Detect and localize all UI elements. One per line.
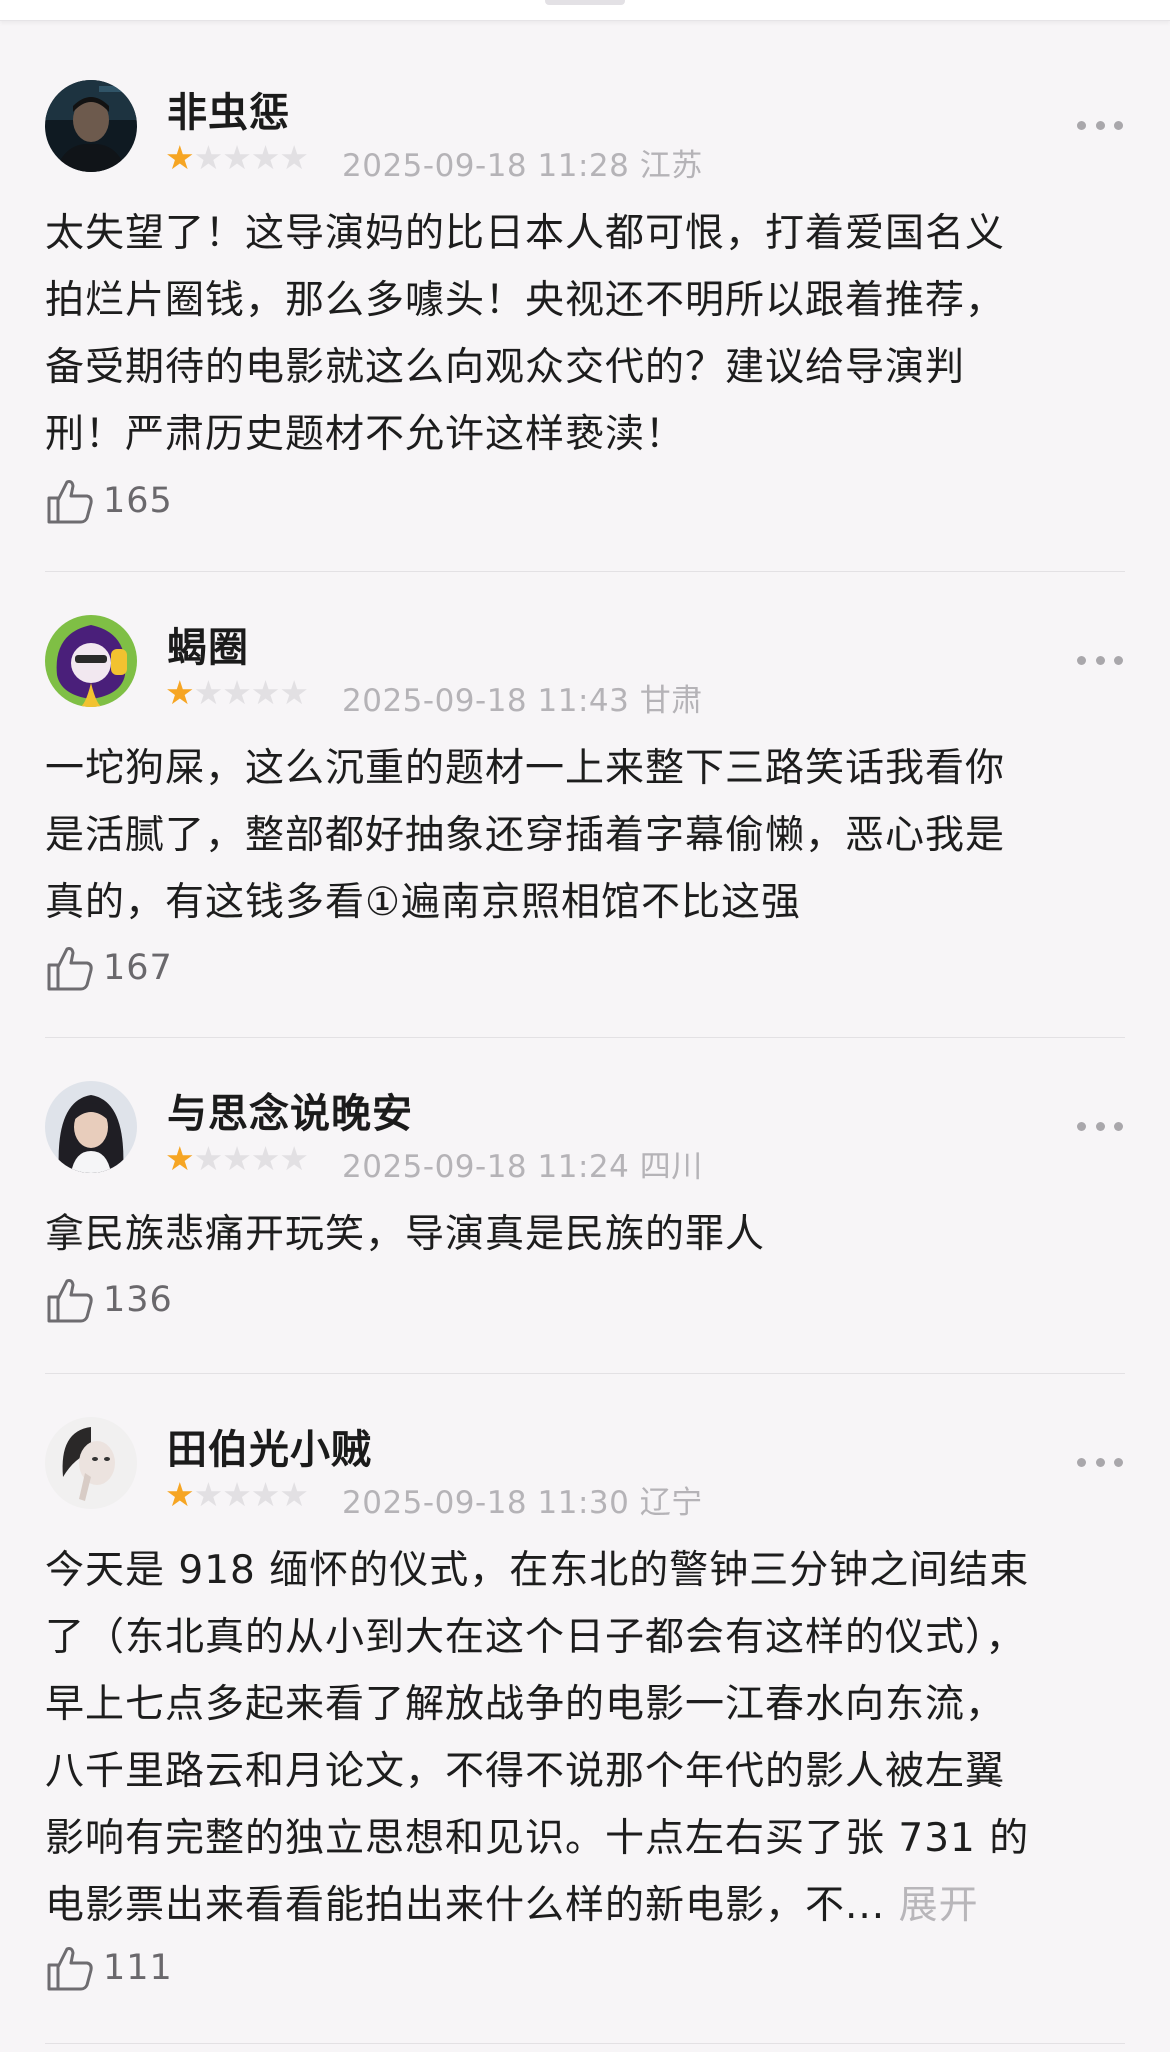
star-icon: ★ (250, 673, 281, 712)
more-dots-icon[interactable] (1077, 1456, 1123, 1468)
review-item: 非虫惩 ★ ★ ★ ★ ★ 2025-09-18 11:28 江苏 太失望了！这… (45, 36, 1125, 572)
star-icon: ★ (165, 1139, 195, 1178)
more-dots-icon[interactable] (1077, 1120, 1123, 1132)
review-region: 江苏 (639, 148, 703, 184)
star-icon: ★ (250, 1139, 281, 1178)
avatar[interactable] (45, 615, 137, 707)
star-icon: ★ (250, 138, 281, 177)
review-region: 甘肃 (639, 683, 703, 719)
drag-handle[interactable] (545, 0, 625, 5)
thumbs-up-icon (47, 947, 93, 991)
thumbs-up-icon (47, 480, 93, 524)
rating-stars: ★ ★ ★ ★ ★ (165, 1139, 309, 1178)
rating-stars: ★ ★ ★ ★ ★ (165, 673, 309, 712)
review-meta: 2025-09-18 11:24 四川 (342, 1141, 703, 1186)
username[interactable]: 田伯光小贼 (167, 1417, 372, 1475)
review-content: 一坨狗屎，这么沉重的题材一上来整下三路笑话我看你 是活腻了，整部都好抽象还穿插着… (45, 746, 1006, 925)
review-meta: 2025-09-18 11:30 辽宁 (342, 1477, 703, 1522)
like-button[interactable]: 165 (45, 476, 173, 526)
review-content: 拿民族悲痛开玩笑，导演真是民族的罪人 (45, 1212, 766, 1257)
star-icon: ★ (279, 673, 309, 712)
star-icon: ★ (279, 1139, 309, 1178)
star-icon: ★ (193, 673, 224, 712)
review-meta: 2025-09-18 11:43 甘肃 (342, 675, 703, 720)
like-button[interactable]: 111 (45, 1943, 173, 1993)
review-region: 四川 (639, 1149, 703, 1185)
review-region: 辽宁 (639, 1485, 703, 1521)
star-icon: ★ (222, 138, 252, 177)
avatar[interactable] (45, 1417, 137, 1509)
more-dots-icon[interactable] (1077, 654, 1123, 666)
star-icon: ★ (165, 1475, 195, 1514)
avatar[interactable] (45, 1081, 137, 1173)
review-date: 2025-09-18 11:24 (342, 1149, 630, 1185)
star-icon: ★ (193, 138, 224, 177)
avatar[interactable] (45, 80, 137, 172)
rating-stars: ★ ★ ★ ★ ★ (165, 138, 309, 177)
thumbs-up-icon (47, 1279, 93, 1323)
like-count: 167 (103, 948, 173, 988)
username[interactable]: 非虫惩 (167, 80, 290, 138)
star-icon: ★ (222, 1139, 252, 1178)
review-meta: 2025-09-18 11:28 江苏 (342, 140, 703, 185)
username[interactable]: 蝎圈 (167, 615, 249, 673)
star-icon: ★ (222, 1475, 252, 1514)
review-content: 今天是 918 缅怀的仪式，在东北的警钟三分钟之间结束 了（东北真的从小到大在这… (45, 1537, 1125, 1939)
more-dots-icon[interactable] (1077, 119, 1123, 131)
review-date: 2025-09-18 11:43 (342, 683, 630, 719)
star-icon: ★ (193, 1139, 224, 1178)
star-icon: ★ (165, 673, 195, 712)
like-count: 136 (103, 1280, 173, 1320)
review-content-text: 今天是 918 缅怀的仪式，在东北的警钟三分钟之间结束 了（东北真的从小到大在这… (45, 1548, 1030, 1928)
thumbs-up-icon (47, 1947, 93, 1991)
star-icon: ★ (165, 138, 195, 177)
review-item: 蝎圈 ★ ★ ★ ★ ★ 2025-09-18 11:43 甘肃 一坨狗屎，这么… (45, 571, 1125, 1038)
rating-stars: ★ ★ ★ ★ ★ (165, 1475, 309, 1514)
like-count: 111 (103, 1948, 173, 1988)
like-count: 165 (103, 481, 173, 521)
review-content: 太失望了！这导演妈的比日本人都可恨，打着爱国名义 拍烂片圈钱，那么多噱头！央视还… (45, 211, 1006, 457)
review-date: 2025-09-18 11:28 (342, 148, 630, 184)
review-item: 与思念说晚安 ★ ★ ★ ★ ★ 2025-09-18 11:24 四川 拿民族… (45, 1037, 1125, 1374)
star-icon: ★ (222, 673, 252, 712)
star-icon: ★ (279, 138, 309, 177)
star-icon: ★ (279, 1475, 309, 1514)
star-icon: ★ (250, 1475, 281, 1514)
review-date: 2025-09-18 11:30 (342, 1485, 630, 1521)
like-button[interactable]: 167 (45, 943, 173, 993)
username[interactable]: 与思念说晚安 (167, 1081, 413, 1139)
expand-link[interactable]: 展开 (899, 1883, 979, 1928)
star-icon: ★ (193, 1475, 224, 1514)
like-button[interactable]: 136 (45, 1275, 173, 1325)
top-sheet-edge (0, 0, 1170, 21)
review-item: 田伯光小贼 ★ ★ ★ ★ ★ 2025-09-18 11:30 辽宁 今天是 … (45, 1373, 1125, 2044)
